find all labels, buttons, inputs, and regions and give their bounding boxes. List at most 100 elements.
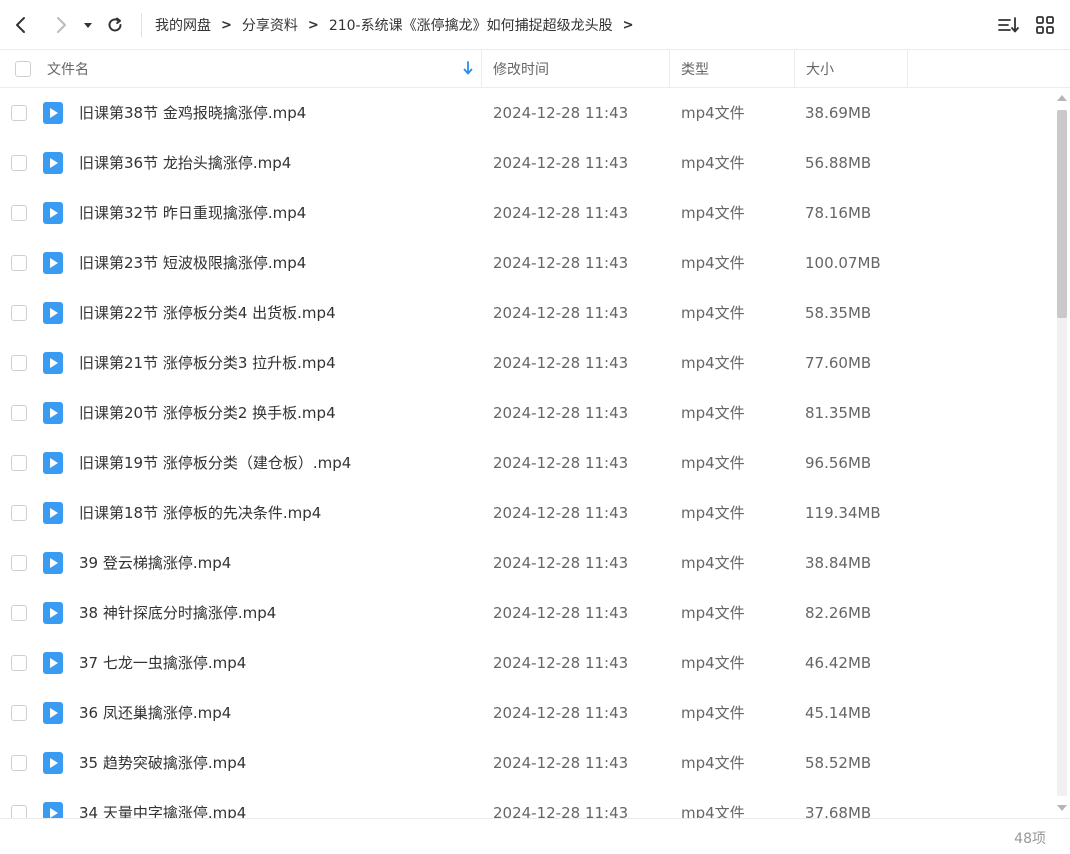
column-header-type[interactable]: 类型 xyxy=(671,50,795,88)
file-modified-date: 2024-12-28 11:43 xyxy=(493,154,629,172)
file-type: mp4文件 xyxy=(681,754,745,772)
select-all-checkbox[interactable] xyxy=(15,61,31,77)
history-dropdown-button[interactable] xyxy=(78,13,98,37)
file-row[interactable]: 35 趋势突破擒涨停.mp4 2024-12-28 11:43 mp4文件 58.52… xyxy=(0,738,1054,788)
file-size: 58.35MB xyxy=(805,304,872,322)
file-name[interactable]: 旧课第22节 涨停板分类4 出货板.mp4 xyxy=(79,288,336,338)
file-name[interactable]: 旧课第36节 龙抬头擒涨停.mp4 xyxy=(79,138,291,188)
file-name[interactable]: 旧课第32节 昨日重现擒涨停.mp4 xyxy=(79,188,306,238)
scrollbar-thumb[interactable] xyxy=(1057,110,1067,318)
file-size: 77.60MB xyxy=(805,354,872,372)
file-row[interactable]: 39 登云梯擒涨停.mp4 2024-12-28 11:43 mp4文件 38.84M… xyxy=(0,538,1054,588)
row-checkbox[interactable] xyxy=(11,155,27,171)
caret-down-icon xyxy=(84,23,92,28)
file-size: 119.34MB xyxy=(805,504,881,522)
file-type: mp4文件 xyxy=(681,804,745,818)
column-header-modified[interactable]: 修改时间 xyxy=(483,50,670,88)
file-row[interactable]: 旧课第36节 龙抬头擒涨停.mp4 2024-12-28 11:43 mp4文件 56… xyxy=(0,138,1054,188)
scroll-up-arrow-icon[interactable] xyxy=(1057,94,1067,102)
scroll-down-arrow-icon[interactable] xyxy=(1057,804,1067,812)
row-checkbox[interactable] xyxy=(11,205,27,221)
row-checkbox[interactable] xyxy=(11,305,27,321)
file-name[interactable]: 37 七龙一虫擒涨停.mp4 xyxy=(79,638,246,688)
row-checkbox[interactable] xyxy=(11,805,27,818)
file-row[interactable]: 旧课第21节 涨停板分类3 拉升板.mp4 2024-12-28 11:43 mp4… xyxy=(0,338,1054,388)
vertical-scrollbar[interactable] xyxy=(1054,88,1070,818)
file-size: 96.56MB xyxy=(805,454,872,472)
chevron-right-icon xyxy=(57,17,66,33)
file-modified-date: 2024-12-28 11:43 xyxy=(493,804,629,818)
row-checkbox[interactable] xyxy=(11,255,27,271)
row-checkbox[interactable] xyxy=(11,405,27,421)
file-name[interactable]: 36 凤还巢擒涨停.mp4 xyxy=(79,688,231,738)
file-name[interactable]: 旧课第23节 短波极限擒涨停.mp4 xyxy=(79,238,306,288)
file-row[interactable]: 38 神针探底分时擒涨停.mp4 2024-12-28 11:43 mp4文件 82.… xyxy=(0,588,1054,638)
row-checkbox[interactable] xyxy=(11,355,27,371)
file-name[interactable]: 38 神针探底分时擒涨停.mp4 xyxy=(79,588,276,638)
file-row[interactable]: 旧课第18节 涨停板的先决条件.mp4 2024-12-28 11:43 mp4文件… xyxy=(0,488,1054,538)
breadcrumb-item-my-drive[interactable]: 我的网盘 xyxy=(155,15,211,35)
grid-view-icon xyxy=(1036,16,1054,34)
toolbar: 我的网盘 > 分享资料 > 210-系统课《涨停擒龙》如何捕捉超级龙头股 > xyxy=(0,0,1070,50)
file-row[interactable]: 旧课第19节 涨停板分类（建仓板）.mp4 2024-12-28 11:43 mp4… xyxy=(0,438,1054,488)
file-type: mp4文件 xyxy=(681,254,745,272)
file-modified-date: 2024-12-28 11:43 xyxy=(493,604,629,622)
file-row[interactable]: 旧课第22节 涨停板分类4 出货板.mp4 2024-12-28 11:43 mp4… xyxy=(0,288,1054,338)
column-header-modified-label: 修改时间 xyxy=(493,62,549,78)
file-row[interactable]: 旧课第32节 昨日重现擒涨停.mp4 2024-12-28 11:43 mp4文件 7… xyxy=(0,188,1054,238)
column-header-name-label: 文件名 xyxy=(47,62,89,78)
column-header-name[interactable]: 文件名 xyxy=(0,50,482,88)
grid-view-button[interactable] xyxy=(1034,14,1056,36)
sort-list-icon xyxy=(998,17,1019,33)
breadcrumb-item-shared[interactable]: 分享资料 xyxy=(242,15,298,35)
row-checkbox[interactable] xyxy=(11,605,27,621)
row-checkbox[interactable] xyxy=(11,705,27,721)
sort-button[interactable] xyxy=(998,14,1020,36)
row-checkbox[interactable] xyxy=(11,505,27,521)
video-file-icon xyxy=(43,352,63,374)
file-name[interactable]: 34 天量中字擒涨停.mp4 xyxy=(79,788,246,818)
column-header-size[interactable]: 大小 xyxy=(796,50,908,88)
file-name[interactable]: 旧课第38节 金鸡报晓擒涨停.mp4 xyxy=(79,88,306,138)
file-type: mp4文件 xyxy=(681,154,745,172)
file-name[interactable]: 旧课第21节 涨停板分类3 拉升板.mp4 xyxy=(79,338,336,388)
file-name[interactable]: 旧课第20节 涨停板分类2 换手板.mp4 xyxy=(79,388,336,438)
row-checkbox[interactable] xyxy=(11,655,27,671)
column-header-size-label: 大小 xyxy=(806,62,834,78)
file-name[interactable]: 旧课第18节 涨停板的先决条件.mp4 xyxy=(79,488,321,538)
file-row[interactable]: 旧课第23节 短波极限擒涨停.mp4 2024-12-28 11:43 mp4文件 1… xyxy=(0,238,1054,288)
file-row[interactable]: 旧课第38节 金鸡报晓擒涨停.mp4 2024-12-28 11:43 mp4文件 3… xyxy=(0,88,1054,138)
refresh-button[interactable] xyxy=(103,13,127,37)
video-file-icon xyxy=(43,652,63,674)
file-size: 58.52MB xyxy=(805,754,872,772)
column-header-type-label: 类型 xyxy=(681,62,709,78)
file-size: 56.88MB xyxy=(805,154,872,172)
forward-button[interactable] xyxy=(49,13,73,37)
row-checkbox[interactable] xyxy=(11,105,27,121)
file-type: mp4文件 xyxy=(681,404,745,422)
file-modified-date: 2024-12-28 11:43 xyxy=(493,554,629,572)
row-checkbox[interactable] xyxy=(11,755,27,771)
file-row[interactable]: 旧课第20节 涨停板分类2 换手板.mp4 2024-12-28 11:43 mp4… xyxy=(0,388,1054,438)
file-modified-date: 2024-12-28 11:43 xyxy=(493,704,629,722)
video-file-icon xyxy=(43,752,63,774)
file-name[interactable]: 旧课第19节 涨停板分类（建仓板）.mp4 xyxy=(79,438,351,488)
file-name[interactable]: 39 登云梯擒涨停.mp4 xyxy=(79,538,231,588)
video-file-icon xyxy=(43,702,63,724)
file-type: mp4文件 xyxy=(681,354,745,372)
row-checkbox[interactable] xyxy=(11,555,27,571)
video-file-icon xyxy=(43,202,63,224)
file-size: 100.07MB xyxy=(805,254,881,272)
breadcrumb-item-current-folder[interactable]: 210-系统课《涨停擒龙》如何捕捉超级龙头股 xyxy=(329,15,613,35)
row-checkbox[interactable] xyxy=(11,455,27,471)
video-file-icon xyxy=(43,302,63,324)
file-modified-date: 2024-12-28 11:43 xyxy=(493,304,629,322)
file-type: mp4文件 xyxy=(681,604,745,622)
file-row[interactable]: 36 凤还巢擒涨停.mp4 2024-12-28 11:43 mp4文件 45.14M… xyxy=(0,688,1054,738)
video-file-icon xyxy=(43,252,63,274)
file-name[interactable]: 35 趋势突破擒涨停.mp4 xyxy=(79,738,246,788)
file-row[interactable]: 34 天量中字擒涨停.mp4 2024-12-28 11:43 mp4文件 37.68… xyxy=(0,788,1054,818)
back-button[interactable] xyxy=(9,13,33,37)
file-modified-date: 2024-12-28 11:43 xyxy=(493,104,629,122)
file-row[interactable]: 37 七龙一虫擒涨停.mp4 2024-12-28 11:43 mp4文件 46.42… xyxy=(0,638,1054,688)
